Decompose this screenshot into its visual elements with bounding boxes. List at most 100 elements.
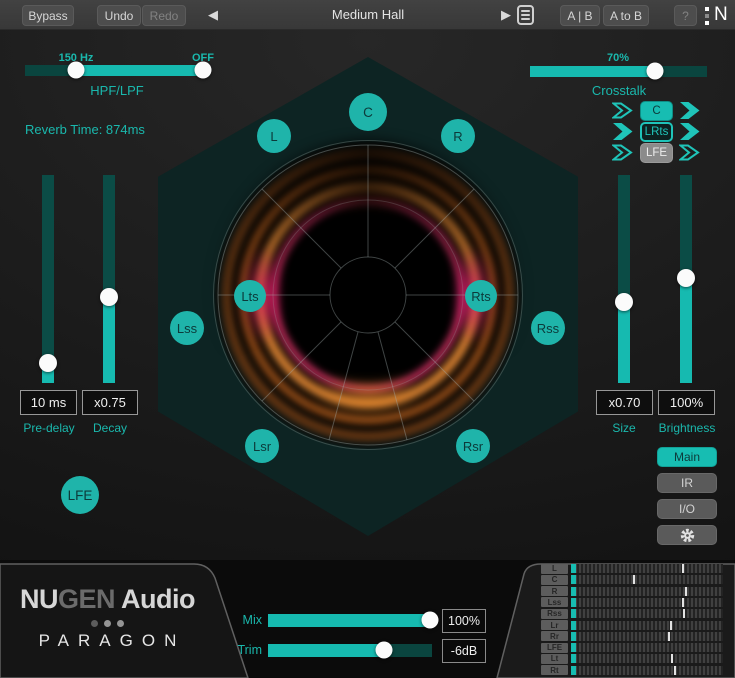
meter-channel-label: Rt xyxy=(541,665,568,675)
pre-delay-label: Pre-delay xyxy=(23,421,74,435)
tab-ir[interactable]: IR xyxy=(657,473,717,493)
mix-label: Mix xyxy=(222,613,262,627)
routing-lrts-out-chevron-icon[interactable] xyxy=(679,123,701,140)
channel-node-c[interactable]: C xyxy=(349,93,387,131)
gear-icon xyxy=(680,528,695,543)
meter-channel-label: Lt xyxy=(541,654,568,664)
lpf-slider-handle[interactable] xyxy=(195,62,212,79)
mix-value[interactable]: 100% xyxy=(442,609,486,633)
pre-delay-fader-handle[interactable] xyxy=(39,354,57,372)
pre-delay-value[interactable]: 10 ms xyxy=(20,390,77,415)
meter-bar xyxy=(571,621,723,630)
meter-peak-tick xyxy=(674,666,676,675)
channel-node-l[interactable]: L xyxy=(257,119,291,153)
nugen-audio-logo: NUGEN Audio xyxy=(0,584,215,615)
preset-list-icon[interactable] xyxy=(517,5,534,25)
hpf-lpf-label: HPF/LPF xyxy=(90,83,143,98)
meter-channel-label: C xyxy=(541,575,568,585)
meter-peak-tick xyxy=(670,621,672,630)
reverb-time-readout: Reverb Time: 874ms xyxy=(25,122,145,137)
brightness-fader[interactable] xyxy=(680,175,692,383)
brand-dots-icon xyxy=(0,620,215,627)
hpf-slider-handle[interactable] xyxy=(68,62,85,79)
size-fader-handle[interactable] xyxy=(615,293,633,311)
previous-preset-icon[interactable]: ◀ xyxy=(205,4,221,26)
undo-button[interactable]: Undo xyxy=(97,5,141,26)
channel-node-lfe[interactable]: LFE xyxy=(61,476,99,514)
channel-node-lts[interactable]: Lts xyxy=(234,280,266,312)
crosstalk-slider[interactable] xyxy=(530,66,707,77)
preset-name[interactable]: Medium Hall xyxy=(280,7,456,22)
meter-peak-tick xyxy=(668,632,670,641)
top-toolbar: Bypass Undo Redo ◀ Medium Hall ▶ A | B A… xyxy=(0,0,735,30)
size-value[interactable]: x0.70 xyxy=(596,390,653,415)
channel-node-r[interactable]: R xyxy=(441,119,475,153)
tab-main[interactable]: Main xyxy=(657,447,717,467)
trim-value[interactable]: -6dB xyxy=(442,639,486,663)
bypass-button[interactable]: Bypass xyxy=(22,5,74,26)
tab-io[interactable]: I/O xyxy=(657,499,717,519)
redo-button[interactable]: Redo xyxy=(142,5,186,26)
meter-peak-tick xyxy=(685,587,687,596)
hpf-lpf-slider[interactable] xyxy=(25,65,210,76)
meter-peak-tick xyxy=(683,609,685,618)
meter-channel-label: R xyxy=(541,586,568,596)
meter-bar xyxy=(571,643,723,652)
next-preset-icon[interactable]: ▶ xyxy=(498,4,514,26)
meter-bar xyxy=(571,587,723,596)
channel-node-rsr[interactable]: Rsr xyxy=(456,429,490,463)
meter-bar xyxy=(571,575,723,584)
decay-fader[interactable] xyxy=(103,175,115,383)
channel-node-rts[interactable]: Rts xyxy=(465,280,497,312)
decay-value[interactable]: x0.75 xyxy=(82,390,138,415)
meter-peak-tick xyxy=(682,598,684,607)
routing-c-button[interactable]: C xyxy=(640,101,673,121)
mix-slider-handle[interactable] xyxy=(422,612,439,629)
settings-button[interactable] xyxy=(657,525,717,545)
decay-fader-handle[interactable] xyxy=(100,288,118,306)
meter-peak-tick xyxy=(682,564,684,573)
channel-node-lss[interactable]: Lss xyxy=(170,311,204,345)
meter-bar xyxy=(571,598,723,607)
routing-lfe-button[interactable]: LFE xyxy=(640,143,673,163)
size-fader[interactable] xyxy=(618,175,630,383)
brightness-fader-handle[interactable] xyxy=(677,269,695,287)
brightness-value[interactable]: 100% xyxy=(658,390,715,415)
paragon-plugin-window: Bypass Undo Redo ◀ Medium Hall ▶ A | B A… xyxy=(0,0,735,678)
routing-lfe-out-chevron-icon[interactable] xyxy=(679,144,701,161)
a-to-b-button[interactable]: A to B xyxy=(603,5,649,26)
brand-block: NUGEN Audio PARAGON xyxy=(0,560,215,651)
channel-node-lsr[interactable]: Lsr xyxy=(245,429,279,463)
meter-bar xyxy=(571,564,723,573)
trim-slider-handle[interactable] xyxy=(376,642,393,659)
pre-delay-fader[interactable] xyxy=(42,175,54,383)
mix-slider[interactable] xyxy=(268,614,432,627)
nugen-logo-icon: N xyxy=(703,4,733,28)
routing-lfe-in-chevron-icon[interactable] xyxy=(612,144,634,161)
trim-label: Trim xyxy=(222,643,262,657)
meter-peak-tick xyxy=(633,575,635,584)
meter-channel-label: Rss xyxy=(541,609,568,619)
routing-c-in-chevron-icon[interactable] xyxy=(612,102,634,119)
meter-channel-label: Lr xyxy=(541,620,568,630)
trim-slider[interactable] xyxy=(268,644,432,657)
meter-channel-label: L xyxy=(541,564,568,574)
meter-bar xyxy=(571,666,723,675)
bottom-panel: NUGEN Audio PARAGON Mix 100% Trim -6dB L… xyxy=(0,560,735,678)
routing-lrts-button[interactable]: LRts xyxy=(640,122,673,142)
channel-node-rss[interactable]: Rss xyxy=(531,311,565,345)
meter-bar xyxy=(571,632,723,641)
meter-channel-label: Lss xyxy=(541,597,568,607)
meter-bar xyxy=(571,609,723,618)
size-label: Size xyxy=(612,421,635,435)
meter-peak-tick xyxy=(671,654,673,663)
routing-c-out-chevron-icon[interactable] xyxy=(679,102,701,119)
crosstalk-slider-handle[interactable] xyxy=(647,63,664,80)
help-button[interactable]: ? xyxy=(674,5,697,26)
crosstalk-label: Crosstalk xyxy=(592,83,646,98)
product-name: PARAGON xyxy=(0,631,215,651)
routing-lrts-in-chevron-icon[interactable] xyxy=(612,123,634,140)
decay-label: Decay xyxy=(93,421,127,435)
meter-bar xyxy=(571,654,723,663)
ab-compare-button[interactable]: A | B xyxy=(560,5,600,26)
